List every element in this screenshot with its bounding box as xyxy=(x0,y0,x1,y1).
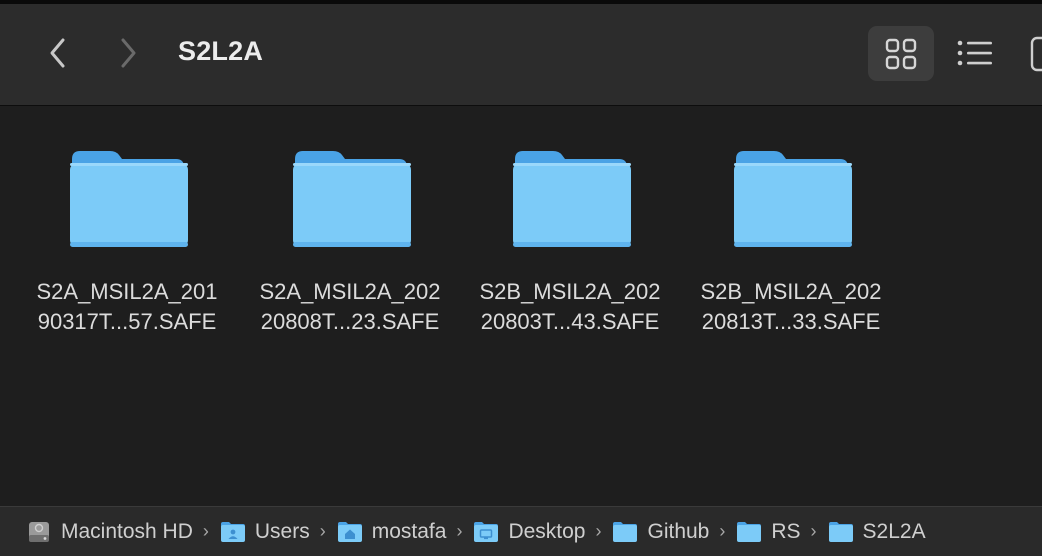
column-view-button[interactable] xyxy=(1030,34,1042,74)
path-separator: › xyxy=(319,521,326,541)
list-view-icon xyxy=(957,40,992,66)
finder-window: S2L2A S2A_MSIL2A_201 90317T...57.SAFE S2… xyxy=(0,0,1042,556)
path-crumb-rs[interactable]: RS xyxy=(736,520,801,544)
folder-item[interactable]: S2B_MSIL2A_202 20813T...33.SAFE xyxy=(684,145,898,345)
path-separator: › xyxy=(595,521,602,541)
folder-name: S2B_MSIL2A_202 20813T...33.SAFE xyxy=(700,279,882,334)
folder-item[interactable]: S2A_MSIL2A_201 90317T...57.SAFE xyxy=(20,145,234,345)
list-view-button[interactable] xyxy=(950,30,1000,76)
folder-icon xyxy=(70,151,188,247)
folder-icon xyxy=(293,151,411,247)
folder-name: S2A_MSIL2A_202 20808T...23.SAFE xyxy=(259,279,441,334)
path-crumb-users[interactable]: Users xyxy=(220,520,310,544)
chevron-right-icon xyxy=(121,38,136,68)
path-crumb-s2l2a[interactable]: S2L2A xyxy=(828,520,926,544)
folder-icon xyxy=(513,151,631,247)
path-separator: › xyxy=(810,521,817,541)
window-top-edge xyxy=(0,0,1042,4)
forward-button[interactable] xyxy=(110,34,146,72)
folder-icon xyxy=(737,521,762,542)
path-crumb-mostafa[interactable]: mostafa xyxy=(337,520,446,544)
icon-view-button[interactable] xyxy=(868,26,934,81)
folder-icon xyxy=(828,521,853,542)
window-title: S2L2A xyxy=(178,36,264,66)
path-separator: › xyxy=(202,521,209,541)
hard-drive-icon xyxy=(29,521,49,542)
folder-name: S2B_MSIL2A_202 20803T...43.SAFE xyxy=(479,279,661,334)
toolbar: S2L2A xyxy=(0,0,1042,106)
file-grid: S2A_MSIL2A_201 90317T...57.SAFE S2A_MSIL… xyxy=(0,107,1042,505)
desktop-folder-icon xyxy=(474,521,499,542)
path-crumb-desktop[interactable]: Desktop xyxy=(473,520,585,544)
back-button[interactable] xyxy=(40,34,76,72)
folder-name: S2A_MSIL2A_201 90317T...57.SAFE xyxy=(36,279,218,334)
folder-icon xyxy=(613,521,638,542)
path-crumb-macintosh-hd[interactable]: Macintosh HD xyxy=(26,519,193,545)
path-crumb-github[interactable]: Github xyxy=(612,520,709,544)
home-folder-icon xyxy=(337,521,362,542)
icon-grid-icon xyxy=(885,38,917,69)
folder-item[interactable]: S2A_MSIL2A_202 20808T...23.SAFE xyxy=(243,145,457,345)
folder-icon xyxy=(734,151,852,247)
folder-item[interactable]: S2B_MSIL2A_202 20803T...43.SAFE xyxy=(463,145,677,345)
path-bar: Macintosh HD › Users › mostafa › Desktop… xyxy=(0,506,1042,556)
path-separator: › xyxy=(719,521,726,541)
path-separator: › xyxy=(456,521,463,541)
column-view-icon xyxy=(1030,36,1042,72)
users-folder-icon xyxy=(220,521,245,542)
chevron-left-icon xyxy=(50,38,65,68)
